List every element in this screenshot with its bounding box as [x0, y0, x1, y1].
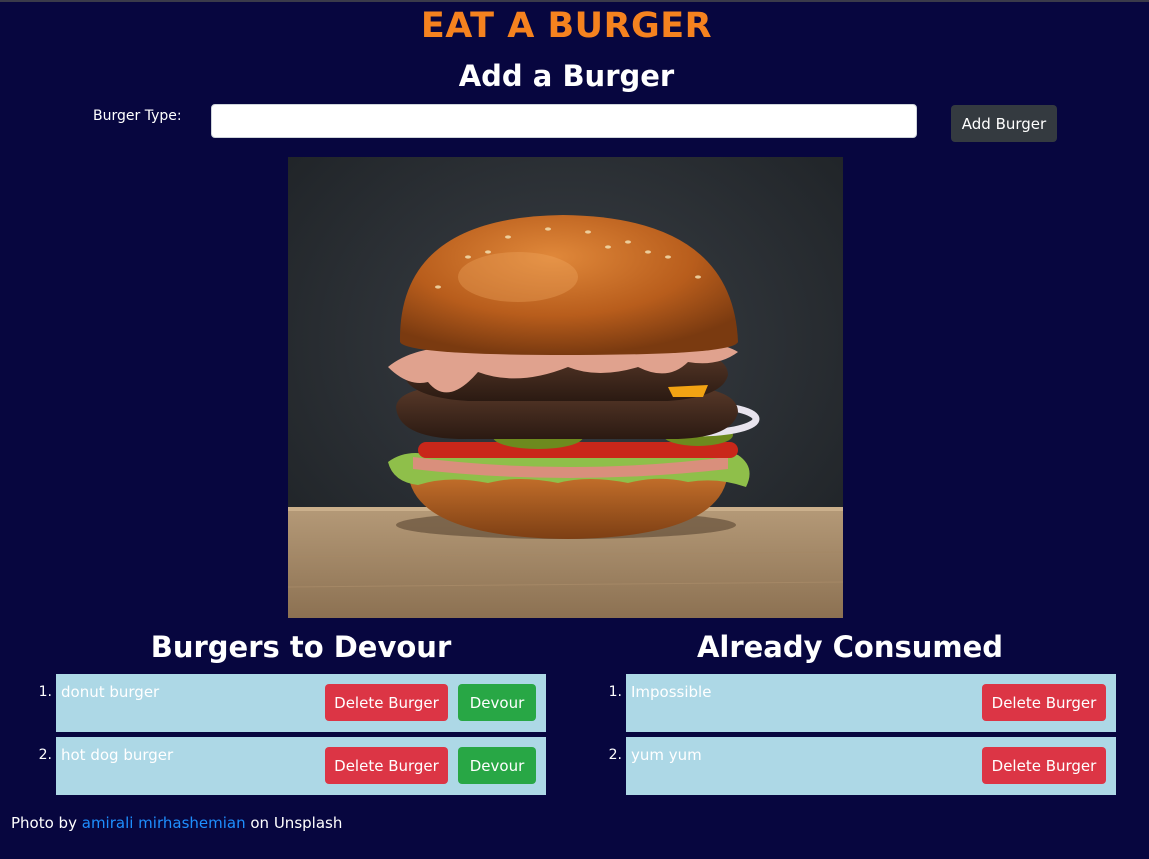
consumed-heading: Already Consumed — [696, 630, 1004, 664]
devour-button[interactable]: Devour — [458, 684, 536, 721]
list-number: 2. — [608, 747, 622, 763]
author-link[interactable]: amirali mirhashemian — [82, 814, 246, 832]
burger-photo — [288, 157, 843, 618]
list-number: 1. — [38, 684, 52, 700]
burger-name: yum yum — [631, 746, 702, 764]
list-number: 2. — [38, 747, 52, 763]
window-top-border — [0, 0, 1149, 2]
consumed-item-row: Impossible Delete Burger — [626, 674, 1116, 732]
devour-item-row: donut burger Delete Burger Devour — [56, 674, 546, 732]
list-number: 1. — [608, 684, 622, 700]
burger-type-input[interactable] — [211, 104, 917, 138]
delete-burger-button[interactable]: Delete Burger — [325, 747, 448, 784]
delete-burger-button[interactable]: Delete Burger — [325, 684, 448, 721]
devour-heading: Burgers to Devour — [150, 630, 452, 664]
burger-name: donut burger — [61, 683, 160, 701]
devour-item-row: hot dog burger Delete Burger Devour — [56, 737, 546, 795]
delete-burger-button[interactable]: Delete Burger — [982, 747, 1106, 784]
add-burger-button[interactable]: Add Burger — [951, 105, 1057, 142]
photo-credit: Photo by amirali mirhashemian on Unsplas… — [11, 814, 342, 832]
burger-name: hot dog burger — [61, 746, 174, 764]
burger-type-label: Burger Type: — [93, 108, 182, 124]
delete-burger-button[interactable]: Delete Burger — [982, 684, 1106, 721]
add-burger-heading: Add a Burger — [458, 59, 675, 93]
consumed-item-row: yum yum Delete Burger — [626, 737, 1116, 795]
credit-prefix: Photo by — [11, 814, 77, 832]
devour-button[interactable]: Devour — [458, 747, 536, 784]
app-title: EAT A BURGER — [420, 6, 713, 46]
credit-suffix: on Unsplash — [250, 814, 343, 832]
burger-name: Impossible — [631, 683, 712, 701]
